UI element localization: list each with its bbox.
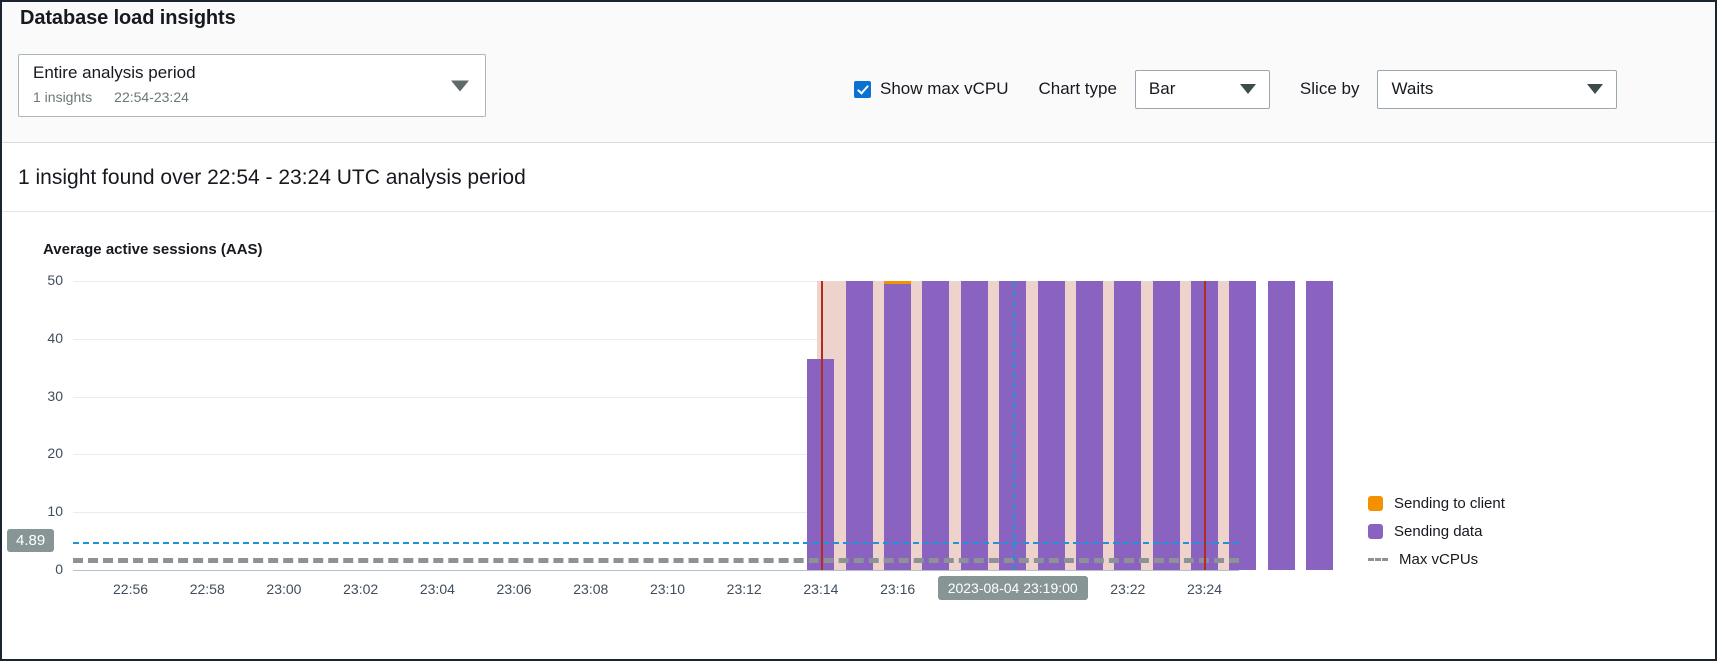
crosshair-value-badge: 4.89 <box>7 529 54 552</box>
show-max-vcpu-checkbox[interactable]: Show max vCPU <box>854 79 1008 99</box>
chevron-down-icon <box>1587 84 1603 94</box>
slice-by-value: Waits <box>1378 79 1433 99</box>
crosshair-time-badge: 2023-08-04 23:19:00 <box>938 576 1088 600</box>
insight-marker-line <box>1204 281 1206 570</box>
chart-bar[interactable] <box>1268 281 1295 570</box>
crosshair-horizontal <box>73 542 1239 544</box>
x-axis-tick-label: 22:56 <box>113 581 148 597</box>
x-axis-line <box>73 570 1239 571</box>
aas-chart-panel: Average active sessions (AAS) 0102030405… <box>2 213 1715 659</box>
x-axis-tick-label: 23:10 <box>650 581 685 597</box>
y-axis-tick-label: 0 <box>17 561 63 577</box>
x-axis-tick-label: 23:16 <box>880 581 915 597</box>
insight-summary-banner: 1 insight found over 22:54 - 23:24 UTC a… <box>2 144 1715 212</box>
legend-item[interactable]: Max vCPUs <box>1368 551 1505 568</box>
chart-type-value: Bar <box>1136 79 1175 99</box>
x-axis-tick-label: 23:06 <box>497 581 532 597</box>
x-axis-tick-label: 23:24 <box>1187 581 1222 597</box>
y-axis-tick-label: 40 <box>17 330 63 346</box>
legend-item-label: Max vCPUs <box>1399 551 1478 568</box>
chart-bar[interactable] <box>1153 281 1180 570</box>
chart-bar-segment[interactable] <box>884 281 911 284</box>
x-axis-tick-label: 23:14 <box>803 581 838 597</box>
insight-summary-text: 1 insight found over 22:54 - 23:24 UTC a… <box>18 166 526 190</box>
legend-swatch-icon <box>1368 496 1383 511</box>
dashed-line-icon <box>1368 558 1388 561</box>
x-axis-tick-label: 23:12 <box>727 581 762 597</box>
legend-item[interactable]: Sending data <box>1368 523 1505 540</box>
analysis-period-select[interactable]: Entire analysis period 1 insights 22:54-… <box>18 54 486 117</box>
x-axis-tick-label: 23:04 <box>420 581 455 597</box>
show-max-vcpu-label: Show max vCPU <box>880 79 1008 99</box>
analysis-period-value: Entire analysis period <box>33 63 196 83</box>
slice-by-select[interactable]: Waits <box>1377 70 1617 109</box>
panel-header: Database load insights <box>2 2 1715 35</box>
slice-by-label: Slice by <box>1300 79 1360 99</box>
chart-bar[interactable] <box>884 281 911 570</box>
insight-marker-line <box>821 281 823 570</box>
x-axis-tick-label: 23:02 <box>343 581 378 597</box>
legend-item[interactable]: Sending to client <box>1368 495 1505 512</box>
y-axis-tick-label: 20 <box>17 445 63 461</box>
checkbox-checked-icon <box>854 81 871 98</box>
x-axis-tick-label: 23:22 <box>1110 581 1145 597</box>
chart-bar[interactable] <box>922 281 949 570</box>
page-title: Database load insights <box>20 7 236 30</box>
toolbar-controls: Show max vCPU Chart type Bar Slice by Wa… <box>854 35 1617 143</box>
legend-swatch-icon <box>1368 524 1383 539</box>
chart-bar[interactable] <box>1114 281 1141 570</box>
chart-bar[interactable] <box>1038 281 1065 570</box>
y-axis-tick-label: 10 <box>17 503 63 519</box>
x-axis-tick-label: 22:58 <box>190 581 225 597</box>
chevron-down-icon <box>451 80 469 91</box>
analysis-period-meta: 1 insights 22:54-23:24 <box>33 89 189 105</box>
x-axis-tick-label: 23:08 <box>573 581 608 597</box>
legend-item-label: Sending data <box>1394 523 1482 540</box>
max-vcpus-line <box>73 558 1239 563</box>
chart-bar[interactable] <box>1306 281 1333 570</box>
legend-item-label: Sending to client <box>1394 495 1505 512</box>
database-load-insights-panel: Database load insights Entire analysis p… <box>0 0 1717 661</box>
chart-type-select[interactable]: Bar <box>1135 70 1270 109</box>
analysis-period-range: 22:54-23:24 <box>114 89 189 105</box>
x-axis-tick-label: 23:00 <box>266 581 301 597</box>
chart-title: Average active sessions (AAS) <box>43 241 263 258</box>
chart-type-label: Chart type <box>1038 79 1116 99</box>
analysis-period-insight-count: 1 insights <box>33 89 92 105</box>
chart-toolbar: Entire analysis period 1 insights 22:54-… <box>2 35 1715 143</box>
chart-bar[interactable] <box>961 281 988 570</box>
chevron-down-icon <box>1240 84 1256 94</box>
y-axis-tick-label: 50 <box>17 272 63 288</box>
chart-bar[interactable] <box>1076 281 1103 570</box>
chart-bar[interactable] <box>1229 281 1256 570</box>
chart-legend: Sending to client Sending data Max vCPUs <box>1368 495 1505 568</box>
crosshair-vertical <box>1013 281 1015 570</box>
chart-bar[interactable] <box>846 281 873 570</box>
chart-plot-area[interactable]: 010203040504.89 <box>73 281 1239 570</box>
y-axis-tick-label: 30 <box>17 388 63 404</box>
